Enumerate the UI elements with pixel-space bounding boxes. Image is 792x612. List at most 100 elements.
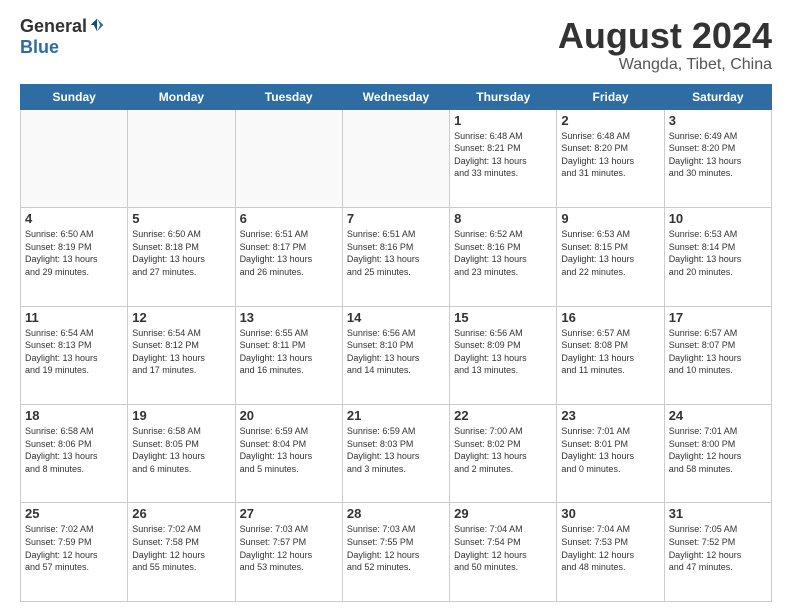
col-tuesday: Tuesday — [235, 84, 342, 109]
day-number: 7 — [347, 211, 445, 226]
day-info: Sunrise: 6:56 AM Sunset: 8:09 PM Dayligh… — [454, 327, 552, 377]
calendar-location: Wangda, Tibet, China — [558, 56, 772, 74]
table-row: 21Sunrise: 6:59 AM Sunset: 8:03 PM Dayli… — [342, 405, 449, 503]
col-thursday: Thursday — [450, 84, 557, 109]
day-info: Sunrise: 6:48 AM Sunset: 8:21 PM Dayligh… — [454, 130, 552, 180]
day-info: Sunrise: 6:54 AM Sunset: 8:13 PM Dayligh… — [25, 327, 123, 377]
table-row: 19Sunrise: 6:58 AM Sunset: 8:05 PM Dayli… — [128, 405, 235, 503]
day-number: 4 — [25, 211, 123, 226]
day-number: 1 — [454, 113, 552, 128]
day-number: 27 — [240, 506, 338, 521]
table-row: 18Sunrise: 6:58 AM Sunset: 8:06 PM Dayli… — [21, 405, 128, 503]
day-info: Sunrise: 7:02 AM Sunset: 7:58 PM Dayligh… — [132, 523, 230, 573]
day-number: 9 — [561, 211, 659, 226]
day-number: 11 — [25, 310, 123, 325]
logo-blue-text: Blue — [20, 37, 59, 58]
day-number: 20 — [240, 408, 338, 423]
day-info: Sunrise: 6:55 AM Sunset: 8:11 PM Dayligh… — [240, 327, 338, 377]
day-info: Sunrise: 7:04 AM Sunset: 7:54 PM Dayligh… — [454, 523, 552, 573]
day-number: 28 — [347, 506, 445, 521]
day-number: 29 — [454, 506, 552, 521]
page: General Blue August 2024 Wangda, Tibet, … — [0, 0, 792, 612]
day-info: Sunrise: 6:53 AM Sunset: 8:15 PM Dayligh… — [561, 228, 659, 278]
table-row: 5 Sunrise: 6:50 AM Sunset: 8:18 PM Daylig… — [128, 208, 235, 306]
table-row: 12Sunrise: 6:54 AM Sunset: 8:12 PM Dayli… — [128, 306, 235, 404]
table-row: 7 Sunrise: 6:51 AM Sunset: 8:16 PM Daylig… — [342, 208, 449, 306]
day-info: Sunrise: 7:02 AM Sunset: 7:59 PM Dayligh… — [25, 523, 123, 573]
logo: General Blue — [20, 16, 105, 58]
table-row: 20Sunrise: 6:59 AM Sunset: 8:04 PM Dayli… — [235, 405, 342, 503]
day-number: 22 — [454, 408, 552, 423]
day-info: Sunrise: 7:03 AM Sunset: 7:57 PM Dayligh… — [240, 523, 338, 573]
day-info: Sunrise: 6:51 AM Sunset: 8:16 PM Dayligh… — [347, 228, 445, 278]
day-info: Sunrise: 6:56 AM Sunset: 8:10 PM Dayligh… — [347, 327, 445, 377]
day-number: 13 — [240, 310, 338, 325]
table-row: 26 Sunrise: 7:02 AM Sunset: 7:58 PM Dayli… — [128, 503, 235, 602]
day-number: 12 — [132, 310, 230, 325]
table-row: 4Sunrise: 6:50 AM Sunset: 8:19 PM Daylig… — [21, 208, 128, 306]
day-info: Sunrise: 6:58 AM Sunset: 8:05 PM Dayligh… — [132, 425, 230, 475]
table-row — [235, 109, 342, 207]
day-number: 5 — [132, 211, 230, 226]
table-row: 22 Sunrise: 7:00 AM Sunset: 8:02 PM Dayli… — [450, 405, 557, 503]
table-row: 24Sunrise: 7:01 AM Sunset: 8:00 PM Dayli… — [664, 405, 771, 503]
day-number: 3 — [669, 113, 767, 128]
day-info: Sunrise: 7:04 AM Sunset: 7:53 PM Dayligh… — [561, 523, 659, 573]
day-info: Sunrise: 6:57 AM Sunset: 8:07 PM Dayligh… — [669, 327, 767, 377]
table-row: 2Sunrise: 6:48 AM Sunset: 8:20 PM Daylig… — [557, 109, 664, 207]
table-row: 23 Sunrise: 7:01 AM Sunset: 8:01 PM Dayli… — [557, 405, 664, 503]
calendar-table: Sunday Monday Tuesday Wednesday Thursday… — [20, 84, 772, 602]
table-row: 8 Sunrise: 6:52 AM Sunset: 8:16 PM Daylig… — [450, 208, 557, 306]
table-row: 14Sunrise: 6:56 AM Sunset: 8:10 PM Dayli… — [342, 306, 449, 404]
calendar-week-3: 18Sunrise: 6:58 AM Sunset: 8:06 PM Dayli… — [21, 405, 772, 503]
day-info: Sunrise: 6:51 AM Sunset: 8:17 PM Dayligh… — [240, 228, 338, 278]
table-row: 3 Sunrise: 6:49 AM Sunset: 8:20 PM Daylig… — [664, 109, 771, 207]
day-info: Sunrise: 6:50 AM Sunset: 8:18 PM Dayligh… — [132, 228, 230, 278]
table-row: 15Sunrise: 6:56 AM Sunset: 8:09 PM Dayli… — [450, 306, 557, 404]
day-info: Sunrise: 6:57 AM Sunset: 8:08 PM Dayligh… — [561, 327, 659, 377]
table-row — [128, 109, 235, 207]
table-row: 6 Sunrise: 6:51 AM Sunset: 8:17 PM Daylig… — [235, 208, 342, 306]
day-info: Sunrise: 7:00 AM Sunset: 8:02 PM Dayligh… — [454, 425, 552, 475]
calendar-title: August 2024 — [558, 16, 772, 56]
day-number: 30 — [561, 506, 659, 521]
table-row: 28Sunrise: 7:03 AM Sunset: 7:55 PM Dayli… — [342, 503, 449, 602]
day-number: 23 — [561, 408, 659, 423]
table-row: 25 Sunrise: 7:02 AM Sunset: 7:59 PM Dayli… — [21, 503, 128, 602]
day-number: 25 — [25, 506, 123, 521]
calendar-week-1: 4Sunrise: 6:50 AM Sunset: 8:19 PM Daylig… — [21, 208, 772, 306]
calendar-week-4: 25 Sunrise: 7:02 AM Sunset: 7:59 PM Dayli… — [21, 503, 772, 602]
day-info: Sunrise: 6:58 AM Sunset: 8:06 PM Dayligh… — [25, 425, 123, 475]
logo-general-text: General — [20, 16, 87, 37]
col-monday: Monday — [128, 84, 235, 109]
day-info: Sunrise: 6:52 AM Sunset: 8:16 PM Dayligh… — [454, 228, 552, 278]
day-number: 8 — [454, 211, 552, 226]
day-info: Sunrise: 6:49 AM Sunset: 8:20 PM Dayligh… — [669, 130, 767, 180]
calendar-week-0: 1 Sunrise: 6:48 AM Sunset: 8:21 PM Daylig… — [21, 109, 772, 207]
table-row: 30 Sunrise: 7:04 AM Sunset: 7:53 PM Dayli… — [557, 503, 664, 602]
logo-icon — [89, 17, 105, 33]
header: General Blue August 2024 Wangda, Tibet, … — [20, 16, 772, 74]
calendar-header-row: Sunday Monday Tuesday Wednesday Thursday… — [21, 84, 772, 109]
day-info: Sunrise: 6:59 AM Sunset: 8:03 PM Dayligh… — [347, 425, 445, 475]
table-row: 9 Sunrise: 6:53 AM Sunset: 8:15 PM Daylig… — [557, 208, 664, 306]
table-row: 27 Sunrise: 7:03 AM Sunset: 7:57 PM Dayli… — [235, 503, 342, 602]
calendar-week-2: 11 Sunrise: 6:54 AM Sunset: 8:13 PM Dayli… — [21, 306, 772, 404]
logo-blue: Blue — [20, 37, 59, 58]
day-info: Sunrise: 7:05 AM Sunset: 7:52 PM Dayligh… — [669, 523, 767, 573]
day-info: Sunrise: 7:01 AM Sunset: 8:01 PM Dayligh… — [561, 425, 659, 475]
day-number: 10 — [669, 211, 767, 226]
table-row: 16 Sunrise: 6:57 AM Sunset: 8:08 PM Dayli… — [557, 306, 664, 404]
col-friday: Friday — [557, 84, 664, 109]
table-row: 13 Sunrise: 6:55 AM Sunset: 8:11 PM Dayli… — [235, 306, 342, 404]
day-info: Sunrise: 6:53 AM Sunset: 8:14 PM Dayligh… — [669, 228, 767, 278]
day-number: 6 — [240, 211, 338, 226]
day-number: 2 — [561, 113, 659, 128]
day-number: 26 — [132, 506, 230, 521]
logo-text: General — [20, 16, 105, 37]
day-number: 16 — [561, 310, 659, 325]
table-row: 10 Sunrise: 6:53 AM Sunset: 8:14 PM Dayli… — [664, 208, 771, 306]
table-row: 29 Sunrise: 7:04 AM Sunset: 7:54 PM Dayli… — [450, 503, 557, 602]
col-wednesday: Wednesday — [342, 84, 449, 109]
col-saturday: Saturday — [664, 84, 771, 109]
